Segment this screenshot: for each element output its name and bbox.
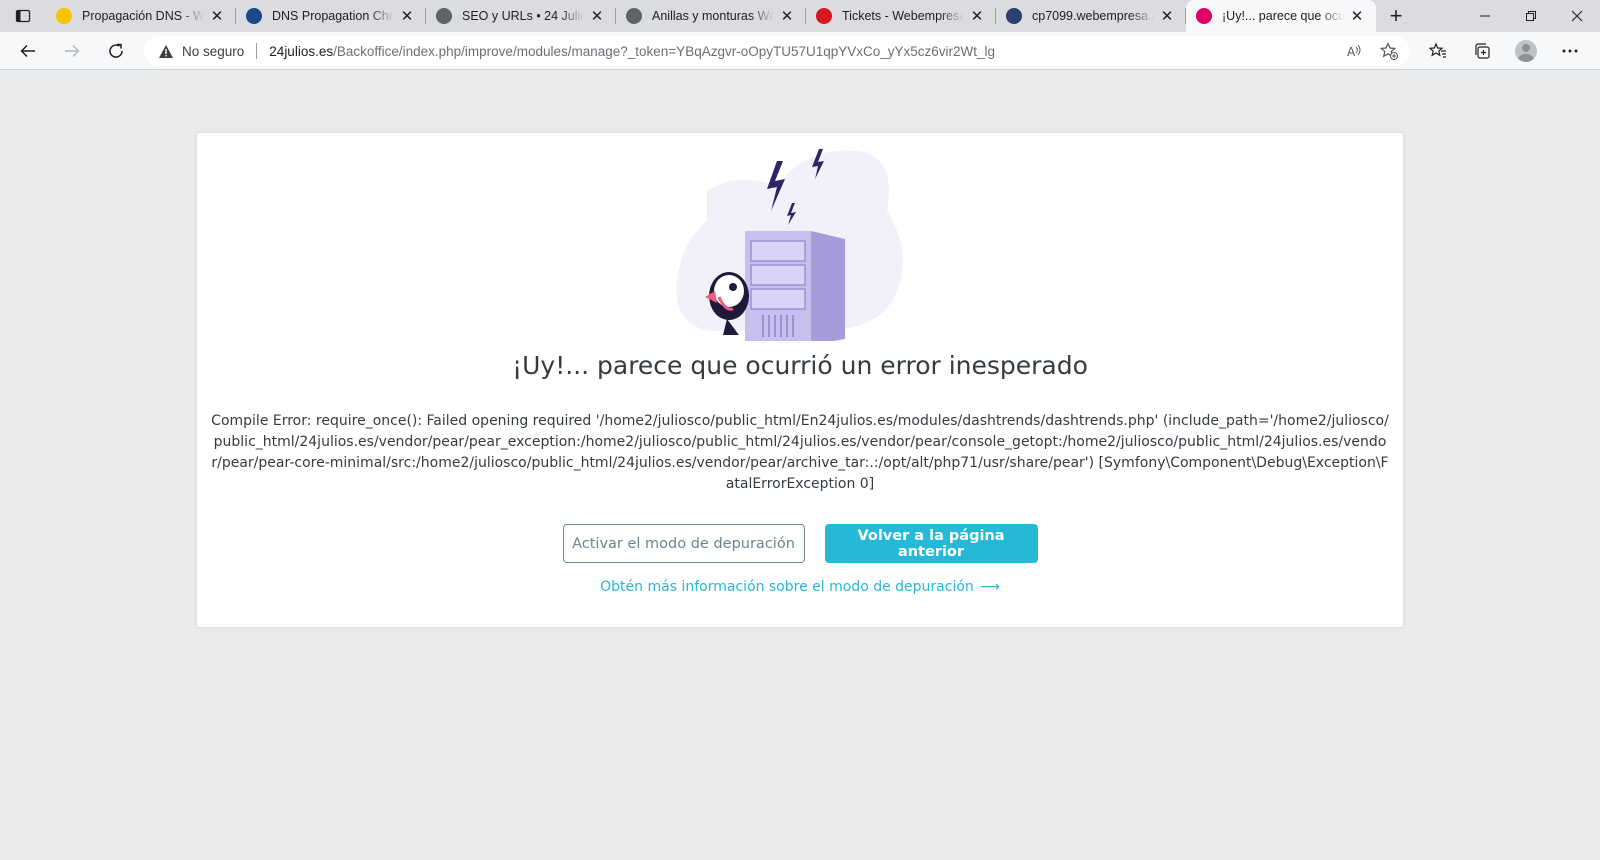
tab-list: Propagación DNS - Webempresa✕DNS Propaga… [46, 0, 1376, 32]
warning-icon [159, 44, 173, 58]
back-button[interactable] [6, 32, 50, 70]
tab-actions-icon [15, 9, 31, 23]
browser-tab[interactable]: DNS Propagation Checker ✕ [236, 0, 426, 32]
add-favorite-icon[interactable] [1380, 42, 1398, 60]
close-tab-icon[interactable]: ✕ [1158, 7, 1176, 25]
restore-icon [1526, 11, 1536, 21]
minimize-button[interactable] [1462, 0, 1508, 32]
profile-button[interactable] [1508, 35, 1544, 67]
window-controls [1462, 0, 1600, 32]
tab-title: DNS Propagation Checker [272, 9, 394, 23]
more-icon [1562, 49, 1578, 53]
debug-info-link-label: Obtén más información sobre el modo de d… [600, 579, 974, 595]
security-label: No seguro [182, 43, 245, 59]
go-back-button[interactable]: Volver a la página anterior [824, 524, 1038, 563]
close-tab-icon[interactable]: ✕ [398, 7, 416, 25]
webempresa-w-icon [56, 8, 72, 24]
cpanel-icon [1006, 8, 1022, 24]
arrow-right-icon [65, 44, 80, 57]
server-drive [750, 288, 806, 310]
server-side [811, 231, 845, 341]
tab-title: Tickets - Webempresa Europa [842, 9, 964, 23]
globe-icon [626, 8, 642, 24]
close-tab-icon[interactable]: ✕ [778, 7, 796, 25]
address-bar[interactable]: No seguro 24julios.es /Backoffice/index.… [144, 36, 1410, 66]
tab-title: Propagación DNS - Webempresa [82, 9, 204, 23]
tab-strip: Propagación DNS - Webempresa✕DNS Propaga… [0, 0, 1600, 32]
tab-title: SEO y URLs • 24 Julios.es [462, 9, 584, 23]
address-separator [256, 43, 258, 59]
reload-icon [109, 43, 123, 58]
browser-tab[interactable]: ¡Uy!... parece que ocurrió ✕ [1186, 0, 1376, 32]
browser-tab[interactable]: Anillas y monturas Warne ✕ [616, 0, 806, 32]
globe-icon [436, 8, 452, 24]
arrow-left-icon [20, 44, 35, 57]
close-tab-icon[interactable]: ✕ [208, 7, 226, 25]
server-drive [750, 264, 806, 286]
arrow-right-icon: ⟶ [979, 579, 1000, 595]
enable-debug-mode-button[interactable]: Activar el modo de depuración [562, 524, 805, 563]
browser-toolbar: No seguro 24julios.es /Backoffice/index.… [0, 32, 1600, 70]
address-bar-actions: A [1346, 42, 1398, 60]
error-card: ¡Uy!... parece que ocurrió un error ines… [196, 132, 1404, 628]
browser-tab[interactable]: SEO y URLs • 24 Julios.es ✕ [426, 0, 616, 32]
restore-button[interactable] [1508, 0, 1554, 32]
browser-tab[interactable]: Tickets - Webempresa Europa ✕ [806, 0, 996, 32]
url-domain: 24julios.es [269, 43, 334, 59]
browser-tab[interactable]: Propagación DNS - Webempresa ✕ [46, 0, 236, 32]
browser-tab[interactable]: cp7099.webempresa.eu ✕ [996, 0, 1186, 32]
tab-title: ¡Uy!... parece que ocurrió [1222, 9, 1344, 23]
reload-button[interactable] [94, 32, 138, 70]
dns-checker-icon [246, 8, 262, 24]
tab-title: cp7099.webempresa.eu [1032, 9, 1154, 23]
settings-menu-button[interactable] [1552, 35, 1588, 67]
read-aloud-icon[interactable]: A [1346, 43, 1362, 59]
error-message: Compile Error: require_once(): Failed op… [211, 413, 1389, 492]
avatar [1515, 40, 1537, 62]
close-tab-icon[interactable]: ✕ [1348, 7, 1366, 25]
close-tab-icon[interactable]: ✕ [588, 7, 606, 25]
favorites-button[interactable] [1420, 35, 1456, 67]
server-drive [750, 240, 806, 262]
action-buttons: Activar el modo de depuración Volver a l… [197, 524, 1403, 563]
url-path: /Backoffice/index.php/improve/modules/ma… [333, 43, 996, 59]
new-tab-button[interactable]: + [1376, 0, 1416, 32]
close-tab-icon[interactable]: ✕ [968, 7, 986, 25]
favorites-icon [1429, 42, 1446, 58]
minimize-icon [1480, 15, 1490, 17]
close-window-button[interactable] [1554, 0, 1600, 32]
error-title: ¡Uy!... parece que ocurrió un error ines… [512, 351, 1088, 380]
prestashop-icon [1196, 8, 1212, 24]
tab-actions-button[interactable] [0, 0, 46, 32]
svg-text:A: A [1347, 45, 1356, 59]
tab-title: Anillas y monturas Warne [652, 9, 774, 23]
debug-info-link[interactable]: Obtén más información sobre el modo de d… [197, 579, 1403, 595]
collections-button[interactable] [1464, 35, 1500, 67]
close-icon [1571, 10, 1583, 22]
server-error-illustration [676, 149, 903, 341]
forward-button[interactable] [50, 32, 94, 70]
toolbar-right [1420, 32, 1588, 70]
collections-icon [1475, 43, 1490, 59]
webempresa-red-icon [816, 8, 832, 24]
security-indicator[interactable]: No seguro [158, 44, 244, 59]
